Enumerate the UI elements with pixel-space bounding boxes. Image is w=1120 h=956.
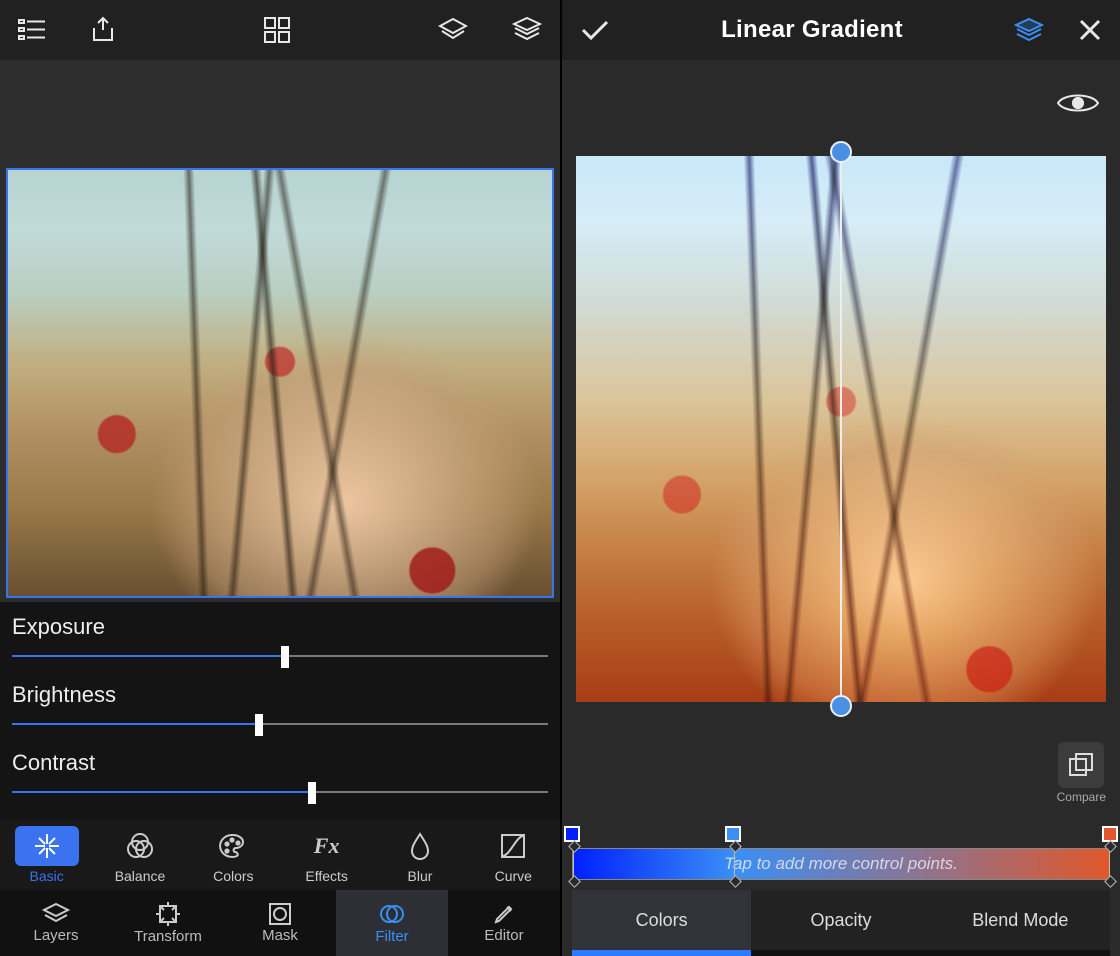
- nav-label: Mask: [262, 927, 298, 944]
- filter-tab-colors[interactable]: Colors: [187, 820, 280, 890]
- filter-tab-blur[interactable]: Blur: [373, 820, 466, 890]
- list-icon[interactable]: [18, 18, 46, 42]
- compare-control: Compare: [1057, 742, 1106, 804]
- gradient-stop[interactable]: [725, 826, 741, 842]
- slider-contrast: Contrast: [12, 746, 548, 812]
- slider-label: Brightness: [12, 678, 548, 712]
- slider-label: Exposure: [12, 610, 548, 644]
- nav-editor[interactable]: Editor: [448, 890, 560, 956]
- pencil-icon: [492, 902, 516, 926]
- palette-icon: [201, 826, 265, 866]
- slider-exposure: Exposure: [12, 610, 548, 676]
- visibility-icon[interactable]: [1056, 90, 1100, 116]
- left-pane: Exposure Brightness Contrast Basic Balan…: [0, 0, 560, 956]
- overlap-circles-icon: [108, 826, 172, 866]
- slider-track[interactable]: [12, 714, 548, 734]
- crosshair-icon: [15, 826, 79, 866]
- nav-label: Filter: [375, 928, 408, 945]
- gradient-tab-opacity[interactable]: Opacity: [751, 890, 930, 950]
- filter-tab-effects[interactable]: Fx Effects: [280, 820, 373, 890]
- gradient-bar[interactable]: Tap to add more control points.: [572, 848, 1110, 880]
- fx-icon: Fx: [295, 826, 359, 866]
- nav-transform[interactable]: Transform: [112, 890, 224, 956]
- close-icon[interactable]: [1078, 18, 1102, 42]
- gradient-editor: Tap to add more control points. ColorsOp…: [562, 818, 1120, 956]
- share-icon[interactable]: [90, 16, 116, 44]
- layer-single-icon[interactable]: [438, 17, 468, 43]
- gradient-tabs: ColorsOpacityBlend Mode: [572, 890, 1110, 950]
- droplet-icon: [388, 826, 452, 866]
- curve-icon: [481, 826, 545, 866]
- right-canvas-area: Compare: [562, 60, 1120, 818]
- right-pane: Linear Gradient: [560, 0, 1120, 956]
- gradient-axis-line: [840, 162, 842, 698]
- gradient-stop-marker[interactable]: [734, 846, 735, 882]
- sliders-panel: Exposure Brightness Contrast: [0, 602, 560, 820]
- nav-filter[interactable]: Filter: [336, 890, 448, 956]
- compare-label: Compare: [1057, 790, 1106, 804]
- filter-tab-balance[interactable]: Balance: [93, 820, 186, 890]
- slider-track[interactable]: [12, 782, 548, 802]
- gradient-stop-marker[interactable]: [1109, 846, 1110, 882]
- slider-label: Contrast: [12, 746, 548, 780]
- filter-tab-label: Curve: [495, 868, 532, 884]
- left-canvas-area: [0, 60, 560, 602]
- filter-tab-label: Colors: [213, 868, 253, 884]
- filter-tab-label: Blur: [408, 868, 433, 884]
- canvas-frame[interactable]: [6, 168, 554, 598]
- right-toolbar: Linear Gradient: [562, 0, 1120, 60]
- nav-label: Transform: [134, 928, 202, 945]
- filter-tab-basic[interactable]: Basic: [0, 820, 93, 890]
- filter-tab-label: Basic: [30, 868, 64, 884]
- layer-stack-icon[interactable]: [512, 16, 542, 44]
- gradient-stop[interactable]: [564, 826, 580, 842]
- filter-tab-label: Effects: [305, 868, 348, 884]
- mask-icon: [268, 902, 292, 926]
- gradient-tab-colors[interactable]: Colors: [572, 890, 751, 950]
- bottom-nav: Layers Transform Mask Filter Editor: [0, 890, 560, 956]
- layers-icon: [42, 902, 70, 926]
- grid-icon[interactable]: [263, 16, 291, 44]
- screen-title: Linear Gradient: [721, 16, 903, 44]
- gradient-tabs-indicator: [572, 950, 1110, 956]
- gradient-handle-end[interactable]: [830, 695, 852, 717]
- slider-brightness: Brightness: [12, 678, 548, 744]
- layer-settings-icon[interactable]: [1014, 17, 1044, 43]
- gradient-hint: Tap to add more control points.: [724, 854, 958, 874]
- filter-tab-curve[interactable]: Curve: [467, 820, 560, 890]
- compare-button[interactable]: [1058, 742, 1104, 788]
- slider-track[interactable]: [12, 646, 548, 666]
- gradient-stops-row: [572, 826, 1110, 846]
- gradient-tab-blend-mode[interactable]: Blend Mode: [931, 890, 1110, 950]
- left-toolbar: [0, 0, 560, 60]
- artwork-preview: [8, 170, 552, 596]
- filter-category-tabs: Basic Balance Colors Fx Effects Blur Curv…: [0, 820, 560, 890]
- nav-layers[interactable]: Layers: [0, 890, 112, 956]
- confirm-icon[interactable]: [580, 18, 610, 42]
- filter-tab-label: Balance: [115, 868, 166, 884]
- nav-label: Layers: [33, 927, 78, 944]
- gradient-handle-start[interactable]: [830, 141, 852, 163]
- filter-rings-icon: [379, 901, 405, 927]
- nav-mask[interactable]: Mask: [224, 890, 336, 956]
- transform-icon: [155, 901, 181, 927]
- nav-label: Editor: [484, 927, 523, 944]
- gradient-stop-marker[interactable]: [573, 846, 574, 882]
